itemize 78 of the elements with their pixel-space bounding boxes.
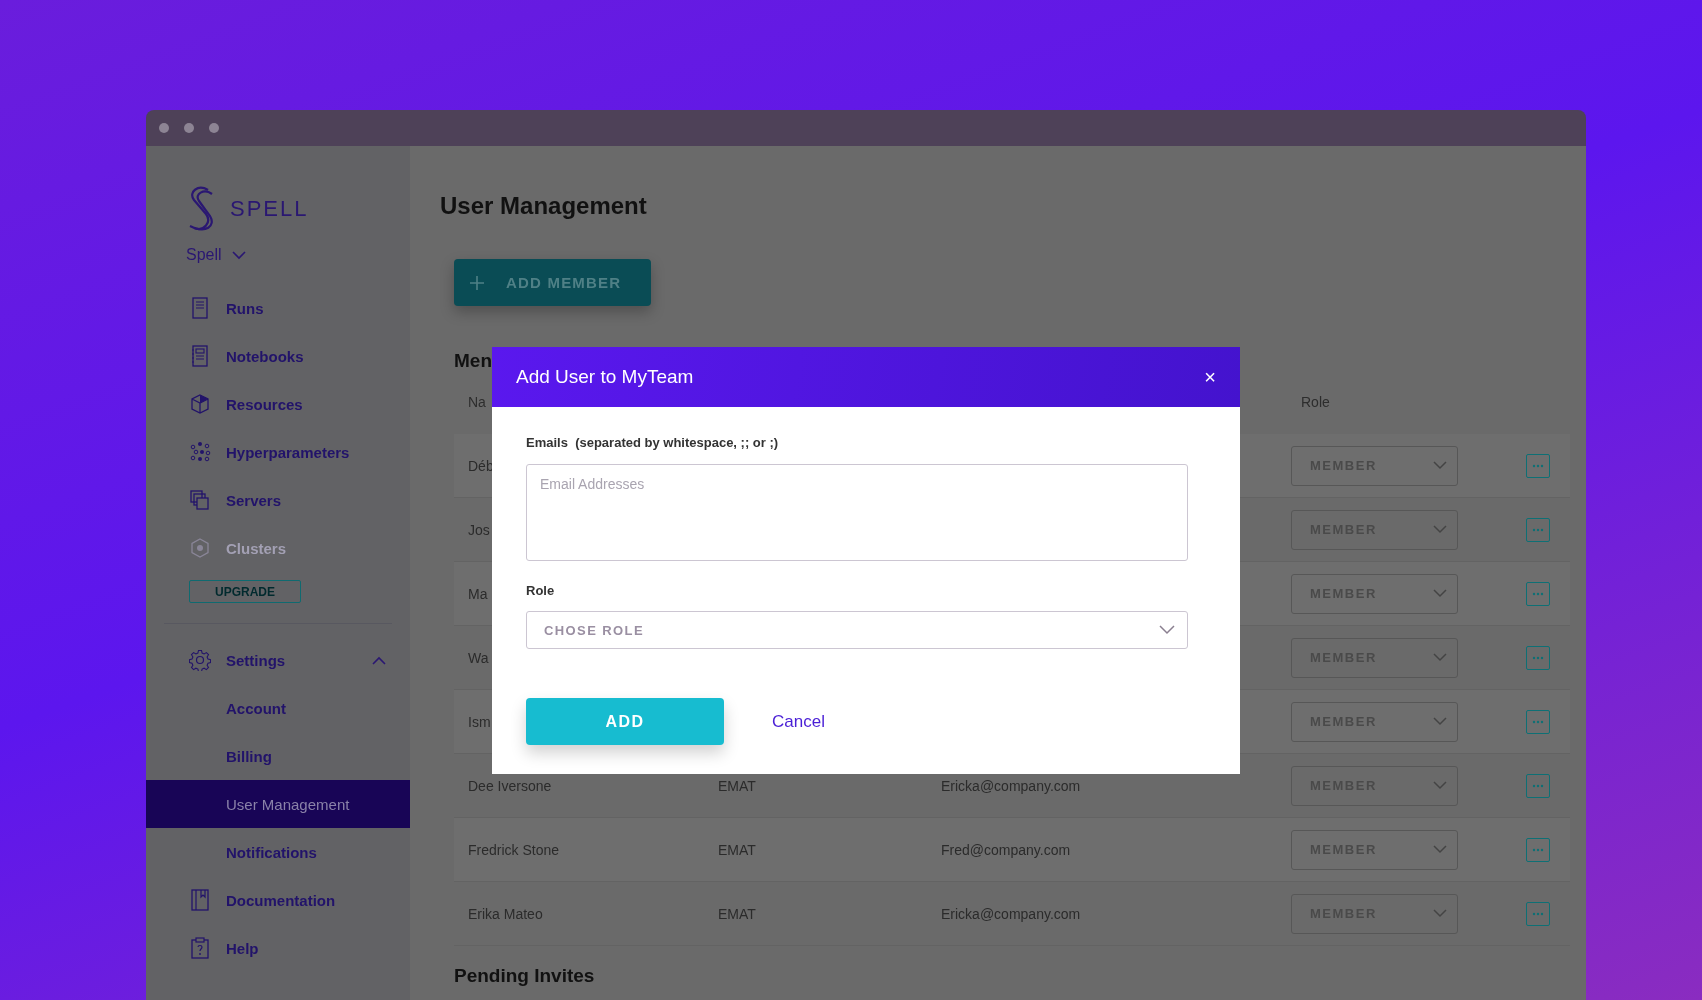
field-label: Emails (separated by whitespace, ;; or ;) <box>526 435 779 450</box>
table-cell: EMAT <box>718 777 756 794</box>
sidebar-subitem[interactable]: Notifications <box>146 828 410 876</box>
field-label: Role <box>526 583 555 598</box>
cancel-link[interactable]: Cancel <box>772 711 825 732</box>
more-options-button[interactable] <box>1526 773 1550 798</box>
table-cell: Ma <box>468 585 488 602</box>
more-options-button[interactable] <box>1526 517 1550 542</box>
ellipsis-icon <box>1532 783 1544 788</box>
table-cell: Fred@company.com <box>941 841 1071 858</box>
chevron-down-icon <box>1159 625 1175 635</box>
section-heading: Pending Invites <box>454 964 596 988</box>
add-button[interactable]: ADD <box>526 698 724 745</box>
dots-cluster-icon <box>189 441 211 463</box>
section-heading: Men <box>454 349 493 373</box>
chevron-down-icon <box>1433 589 1447 598</box>
chevron-down-icon <box>231 250 246 260</box>
chevron-down-icon <box>1433 909 1447 918</box>
column-header: Na <box>468 394 486 410</box>
chevron-down-icon <box>1433 717 1447 726</box>
stacked-squares-icon <box>189 489 211 511</box>
book-icon <box>189 889 211 911</box>
ellipsis-icon <box>1532 847 1544 852</box>
ellipsis-icon <box>1532 911 1544 916</box>
ellipsis-icon <box>1532 719 1544 724</box>
more-options-button[interactable] <box>1526 901 1550 926</box>
workspace-dropdown[interactable]: Spell <box>186 246 246 264</box>
plus-icon <box>470 275 484 290</box>
sidebar-item[interactable]: Help <box>146 924 410 972</box>
notebook-icon <box>189 345 211 367</box>
ellipsis-icon <box>1532 591 1544 596</box>
table-cell: Fredrick Stone <box>468 841 560 858</box>
dialog-title: Add User to MyTeam <box>516 366 694 388</box>
table-cell: EMAT <box>718 905 756 922</box>
upgrade-button[interactable]: UPGRADE <box>189 580 301 603</box>
table-cell: EMAT <box>718 841 756 858</box>
sidebar-subitem[interactable]: Billing <box>146 732 410 780</box>
settings-menu-item[interactable]: Settings <box>146 636 410 684</box>
sidebar-item[interactable]: Servers <box>146 476 410 524</box>
hexagon-icon <box>189 537 211 559</box>
sidebar-item[interactable]: Hyperparameters <box>146 428 410 476</box>
sidebar-item[interactable]: Notebooks <box>146 332 410 380</box>
more-options-button[interactable] <box>1526 453 1550 478</box>
document-icon <box>189 297 211 319</box>
table-cell: Ism <box>468 713 491 730</box>
sidebar-subitem[interactable]: Account <box>146 684 410 732</box>
sidebar-item[interactable]: Documentation <box>146 876 410 924</box>
clipboard-question-icon <box>189 937 211 959</box>
chevron-down-icon <box>1433 845 1447 854</box>
column-header: Role <box>1300 394 1330 410</box>
ellipsis-icon <box>1532 655 1544 660</box>
more-options-button[interactable] <box>1526 709 1550 734</box>
table-cell: Dee Iversone <box>468 777 552 794</box>
sidebar-item[interactable]: Resources <box>146 380 410 428</box>
ellipsis-icon <box>1532 463 1544 468</box>
table-cell: Jos <box>468 521 490 538</box>
more-options-button[interactable] <box>1526 581 1550 606</box>
table-cell: Erika Mateo <box>468 905 543 922</box>
close-button[interactable]: × <box>1204 365 1216 389</box>
role-select[interactable]: CHOSE ROLE <box>526 611 1188 649</box>
sidebar-subitem[interactable]: User Management <box>146 780 410 828</box>
settings-icon <box>189 649 211 671</box>
cube-icon <box>189 393 211 415</box>
chevron-down-icon <box>1433 525 1447 534</box>
more-options-button[interactable] <box>1526 837 1550 862</box>
more-options-button[interactable] <box>1526 645 1550 670</box>
add-member-button[interactable]: ADD MEMBER <box>454 259 651 306</box>
logo-text: SPELL <box>230 196 309 222</box>
chevron-down-icon <box>1433 461 1447 470</box>
table-cell: Ericka@company.com <box>941 777 1081 794</box>
table-cell: Ericka@company.com <box>941 905 1081 922</box>
chevron-down-icon <box>1433 653 1447 662</box>
ellipsis-icon <box>1532 527 1544 532</box>
table-cell: Wa <box>468 649 489 666</box>
sidebar-item[interactable]: Runs <box>146 284 410 332</box>
email-input-field[interactable]: Email Addresses <box>526 464 1188 561</box>
chevron-down-icon <box>1433 781 1447 790</box>
page-title: User Management <box>440 191 648 221</box>
